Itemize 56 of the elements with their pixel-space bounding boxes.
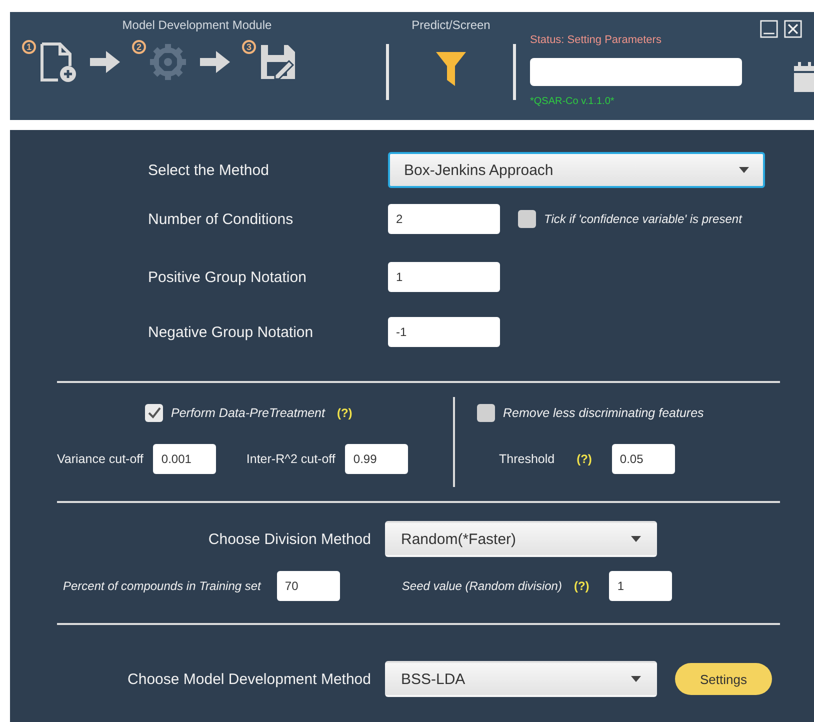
- field-label: Seed value (Random division): [402, 579, 562, 593]
- field-label: Inter-R^2 cut-off: [246, 452, 336, 466]
- input-field[interactable]: 1: [388, 262, 500, 292]
- checkbox[interactable]: [518, 210, 536, 228]
- caret-icon: [739, 167, 749, 173]
- checkbox-label: Remove less discriminating features: [503, 406, 704, 420]
- input-field[interactable]: -1: [388, 317, 500, 347]
- step-number: 1: [22, 40, 36, 54]
- arrow-icon: [90, 51, 120, 73]
- help-link[interactable]: (?): [574, 579, 590, 593]
- save-button[interactable]: [258, 42, 298, 82]
- caret-icon: [631, 536, 641, 542]
- dropdown[interactable]: BSS-LDA: [385, 661, 657, 697]
- module-title: Model Development Module: [121, 18, 273, 32]
- field-label: Percent of compounds in Training set: [62, 579, 261, 593]
- calendar-icon[interactable]: [794, 62, 814, 92]
- input-field[interactable]: 0.99: [345, 444, 408, 474]
- dropdown[interactable]: Box-Jenkins Approach: [388, 152, 765, 188]
- input-field[interactable]: 0.001: [153, 444, 216, 474]
- step-number: 2: [132, 40, 146, 54]
- version-text: *QSAR-Co v.1.1.0*: [530, 96, 616, 107]
- input-field[interactable]: 70: [276, 571, 340, 601]
- field-label: Number of Conditions: [147, 210, 294, 228]
- input-field[interactable]: 1: [609, 571, 672, 601]
- new-file-button[interactable]: [38, 40, 78, 84]
- checkbox-label: Perform Data-PreTreatment: [171, 406, 325, 420]
- close-button[interactable]: [784, 20, 802, 38]
- checkbox[interactable]: [145, 404, 163, 422]
- checkbox-label: Tick if 'confidence variable' is present: [544, 212, 742, 226]
- minimize-button[interactable]: [760, 20, 778, 38]
- settings-button[interactable]: Settings: [675, 663, 772, 695]
- filter-button[interactable]: [436, 52, 466, 89]
- file-plus-icon: [38, 40, 78, 84]
- dropdown[interactable]: Random(*Faster): [385, 521, 657, 557]
- step-number: 3: [242, 40, 256, 54]
- close-icon: [784, 20, 802, 38]
- input-field[interactable]: 2: [388, 204, 500, 234]
- help-link[interactable]: (?): [336, 406, 352, 420]
- field-label: Choose Model Development Method: [126, 670, 372, 688]
- funnel-icon: [436, 52, 466, 86]
- field-label: Negative Group Notation: [147, 324, 314, 340]
- predict-title: Predict/Screen: [410, 18, 492, 32]
- input-field[interactable]: 0.05: [612, 444, 675, 474]
- minimize-icon: [760, 20, 778, 38]
- arrow-icon: [200, 51, 230, 73]
- help-link[interactable]: (?): [576, 452, 592, 466]
- checkbox[interactable]: [477, 404, 495, 422]
- field-label: Positive Group Notation: [147, 268, 308, 286]
- save-edit-icon: [258, 42, 298, 82]
- field-label: Choose Division Method: [207, 530, 372, 548]
- field-label: Variance cut-off: [57, 452, 144, 466]
- caret-icon: [631, 676, 641, 682]
- field-label: Select the Method: [147, 162, 270, 178]
- gear-icon: [148, 42, 188, 82]
- field-label: Threshold: [499, 452, 555, 466]
- status-text: Status: Setting Parameters: [530, 34, 662, 46]
